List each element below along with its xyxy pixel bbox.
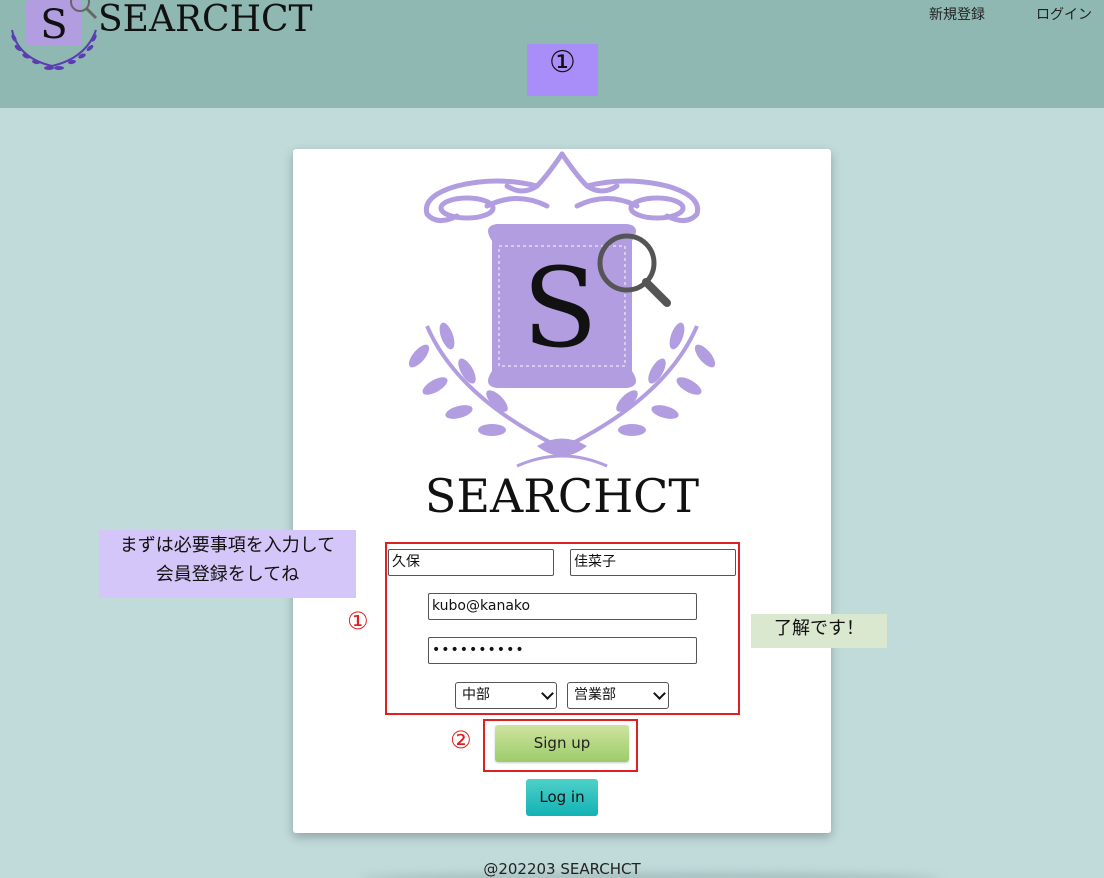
form-annotation-marker: ① [347,607,369,635]
chevron-down-icon [653,687,666,700]
instruction-note-line-2: 会員登録をしてね [155,564,300,585]
card-brand-title: SEARCHCT [424,469,700,523]
instruction-note: まずは必要事項を入力して 会員登録をしてね [99,530,356,598]
signup-button[interactable]: Sign up [495,725,629,762]
header-annotation-marker: ① [527,44,598,96]
instruction-note-line-1: まずは必要事項を入力して [119,535,336,556]
chevron-down-icon [541,687,554,700]
region-select-value: 中部 [462,687,490,703]
crest-logo-icon: S [408,151,716,468]
department-select[interactable]: 営業部 [567,682,669,709]
signup-annotation-marker: ② [450,726,472,754]
header: S SEARCHCT 新規登録 ログイン ① [0,0,1104,108]
email-input[interactable]: kubo@kanako [428,593,697,620]
first-name-input[interactable]: 佳菜子 [570,549,736,576]
last-name-input[interactable]: 久保 [388,549,554,576]
nav-login-link[interactable]: ログイン [1036,4,1092,24]
footer-copyright: @202203 SEARCHCT [483,860,641,878]
nav-signup-link[interactable]: 新規登録 [929,4,985,24]
reply-note: 了解です！ [751,614,887,648]
svg-text:S: S [40,2,67,48]
header-logo-icon[interactable]: S [4,0,104,74]
svg-text:S: S [522,244,597,372]
header-brand[interactable]: SEARCHCT [98,0,313,40]
department-select-value: 営業部 [574,687,616,703]
password-input[interactable]: •••••••••• [428,637,697,664]
login-button[interactable]: Log in [526,779,598,816]
region-select[interactable]: 中部 [455,682,557,709]
